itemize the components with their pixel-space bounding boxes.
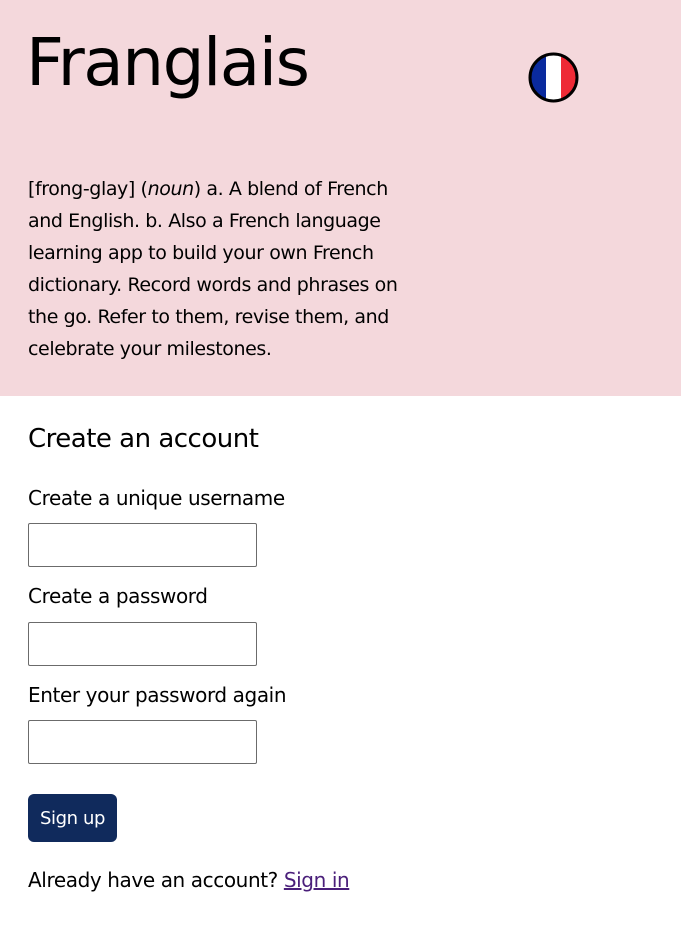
- definition-text: ) a. A blend of French and English. b. A…: [28, 178, 398, 360]
- pronunciation: [frong-glay] (: [28, 178, 148, 200]
- sign-in-link[interactable]: Sign in: [284, 868, 350, 892]
- username-label: Create a unique username: [28, 486, 285, 510]
- app-definition: [frong-glay] (noun) a. A blend of French…: [28, 173, 413, 365]
- app-title: Franglais: [26, 24, 310, 101]
- signup-heading: Create an account: [28, 424, 259, 454]
- hero-section: Franglais [frong-glay] (noun) a. A blend…: [0, 0, 681, 396]
- sign-up-button[interactable]: Sign up: [28, 794, 117, 842]
- password-confirm-input[interactable]: [28, 720, 257, 764]
- password-confirm-label: Enter your password again: [28, 683, 287, 707]
- password-input[interactable]: [28, 622, 257, 666]
- username-input[interactable]: [28, 523, 257, 567]
- signin-prompt: Already have an account?: [28, 868, 284, 892]
- password-label: Create a password: [28, 584, 208, 608]
- part-of-speech: noun: [147, 178, 195, 200]
- french-flag-icon: [528, 52, 579, 103]
- signin-row: Already have an account? Sign in: [28, 868, 350, 892]
